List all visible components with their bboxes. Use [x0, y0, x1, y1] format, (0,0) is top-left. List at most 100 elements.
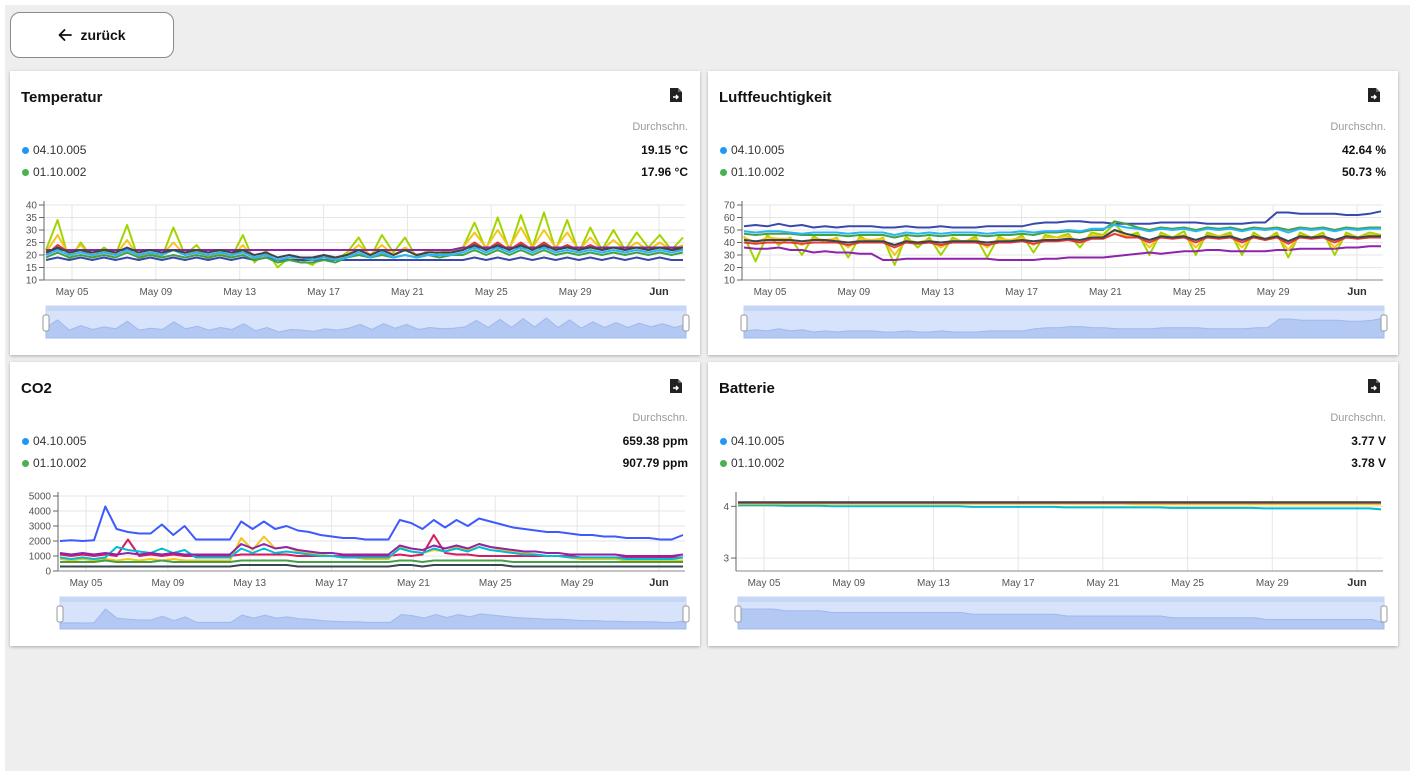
file-export-icon[interactable] — [1367, 87, 1381, 103]
y-tick-label: 25 — [26, 238, 38, 249]
x-tick-label: Jun — [649, 286, 669, 298]
x-tick-label: May 21 — [397, 578, 430, 589]
x-tick-label: May 29 — [1257, 287, 1290, 298]
legend-row: 01.10.002 3.78 V — [720, 455, 1386, 471]
x-tick-label: May 21 — [1089, 287, 1122, 298]
y-tick-label: 3000 — [29, 522, 52, 533]
chart-card-luftfeuchtigkeit: Luftfeuchtigkeit Durchschn. 04.10.005 42… — [708, 71, 1398, 355]
y-tick-label: 30 — [26, 226, 38, 237]
legend-dot — [720, 146, 727, 154]
back-button-label: zurück — [80, 27, 126, 43]
average-header: Durchschn. — [1330, 412, 1386, 424]
legend-average-value: 3.77 V — [1351, 434, 1386, 448]
chart-card-co2: CO2 Durchschn. 04.10.005 659.38 ppm 01.1… — [10, 362, 700, 646]
navigator-scrollbar — [738, 597, 1384, 602]
legend-label: 01.10.002 — [731, 456, 785, 470]
legend-label: 01.10.002 — [33, 456, 87, 470]
chart-svg: 3 4 May 05 May 09 May 13 May 17 May 21 May 25 Ma… — [723, 492, 1388, 630]
legend-dot — [720, 459, 727, 467]
navigator-scrollbar — [46, 306, 686, 311]
card-title: Temperatur — [21, 89, 103, 106]
x-tick-label: May 25 — [479, 578, 512, 589]
series-line — [59, 505, 684, 542]
legend-row: 04.10.005 3.77 V — [720, 433, 1386, 449]
chart-svg: 0 1000 2000 3000 4000 5000 May 05 May 09 May 13 M… — [29, 492, 690, 630]
navigator-handle[interactable] — [734, 605, 742, 623]
line-chart-temperatur[interactable]: 10 15 20 25 30 35 40 May 05 May 09 May 13 May 17 Ma… — [10, 193, 700, 355]
y-tick-label: 1000 — [29, 552, 52, 563]
legend-row: 04.10.005 659.38 ppm — [22, 433, 688, 449]
y-tick-label: 10 — [724, 276, 736, 287]
series-line — [60, 559, 683, 563]
x-tick-label: May 17 — [1002, 578, 1035, 589]
file-export-icon[interactable] — [669, 87, 683, 103]
y-tick-label: 15 — [26, 263, 38, 274]
file-export-icon[interactable] — [1367, 378, 1381, 394]
legend-row: 04.10.005 42.64 % — [720, 142, 1386, 158]
navigator-handle[interactable] — [1380, 605, 1388, 623]
y-tick-label: 2000 — [29, 537, 52, 548]
navigator-handle[interactable] — [682, 314, 690, 332]
navigator-handle[interactable] — [1380, 314, 1388, 332]
legend-label: 04.10.005 — [731, 143, 785, 157]
legend-average-value: 3.78 V — [1351, 456, 1386, 470]
x-tick-label: May 05 — [56, 287, 89, 298]
line-chart-luftfeuchtigkeit[interactable]: 10 20 30 40 50 60 70 May 05 May 09 May 13 May 17 Ma… — [708, 193, 1398, 355]
legend-dot — [22, 168, 29, 176]
y-tick-label: 35 — [26, 213, 38, 224]
legend-label: 01.10.002 — [33, 165, 87, 179]
series-line — [738, 502, 1381, 506]
x-tick-label: May 21 — [1086, 578, 1119, 589]
y-tick-label: 60 — [724, 213, 736, 224]
y-tick-label: 4000 — [29, 507, 52, 518]
average-header: Durchschn. — [632, 121, 688, 133]
legend-row: 01.10.002 17.96 °C — [22, 164, 688, 180]
navigator-handle[interactable] — [56, 605, 64, 623]
legend-dot — [22, 437, 29, 445]
y-tick-label: 3 — [723, 554, 729, 565]
legend-row: 01.10.002 50.73 % — [720, 164, 1386, 180]
chart-svg: 10 2030 4050 6070 May 05 May 09 May 13 May 17 Ma… — [724, 201, 1388, 339]
dashboard-page: zurück Temperatur Durchschn. 04.10.005 1… — [5, 5, 1410, 771]
legend-average-value: 17.96 °C — [641, 165, 688, 179]
chart-card-batterie: Batterie Durchschn. 04.10.005 3.77 V 01.… — [708, 362, 1398, 646]
navigator-scrollbar — [60, 597, 686, 602]
chart-card-temperatur: Temperatur Durchschn. 04.10.005 19.15 °C… — [10, 71, 700, 355]
x-tick-label: May 21 — [391, 287, 424, 298]
back-button[interactable]: zurück — [10, 12, 174, 58]
x-tick-label: Jun — [1347, 577, 1367, 589]
line-chart-co2[interactable]: 0 1000 2000 3000 4000 5000 May 05 May 09 May 13 M… — [10, 484, 700, 646]
legend-label: 01.10.002 — [731, 165, 785, 179]
file-export-icon[interactable] — [669, 378, 683, 394]
line-chart-batterie[interactable]: 3 4 May 05 May 09 May 13 May 17 May 21 May 25 Ma… — [708, 484, 1398, 646]
legend-average-value: 42.64 % — [1341, 143, 1386, 157]
card-title: CO2 — [21, 380, 52, 397]
legend-dot — [22, 459, 29, 467]
series-line — [743, 210, 1382, 229]
navigator-handle[interactable] — [42, 314, 50, 332]
x-tick-label: May 09 — [832, 578, 865, 589]
legend-average-value: 907.79 ppm — [622, 456, 688, 470]
navigator-scrollbar — [744, 306, 1384, 311]
y-tick-label: 0 — [45, 567, 51, 578]
x-tick-label: May 13 — [921, 287, 954, 298]
y-tick-label: 20 — [724, 263, 736, 274]
y-tick-label: 40 — [724, 238, 736, 249]
x-tick-label: May 09 — [139, 287, 172, 298]
chart-svg: 10 1520 2530 3540 May 05 May 09 May 13 May 17 Ma… — [26, 201, 690, 339]
navigator-handle[interactable] — [740, 314, 748, 332]
y-tick-label: 40 — [26, 201, 38, 212]
series-line — [59, 543, 684, 557]
x-tick-label: May 13 — [917, 578, 950, 589]
x-tick-label: May 29 — [561, 578, 594, 589]
x-tick-label: May 17 — [307, 287, 340, 298]
x-tick-label: May 13 — [233, 578, 266, 589]
legend-row: 01.10.002 907.79 ppm — [22, 455, 688, 471]
x-tick-label: May 17 — [315, 578, 348, 589]
legend-average-value: 659.38 ppm — [622, 434, 688, 448]
y-tick-label: 70 — [724, 201, 736, 212]
y-tick-label: 10 — [26, 276, 38, 287]
x-tick-label: May 05 — [748, 578, 781, 589]
y-tick-label: 50 — [724, 226, 736, 237]
navigator-handle[interactable] — [682, 605, 690, 623]
